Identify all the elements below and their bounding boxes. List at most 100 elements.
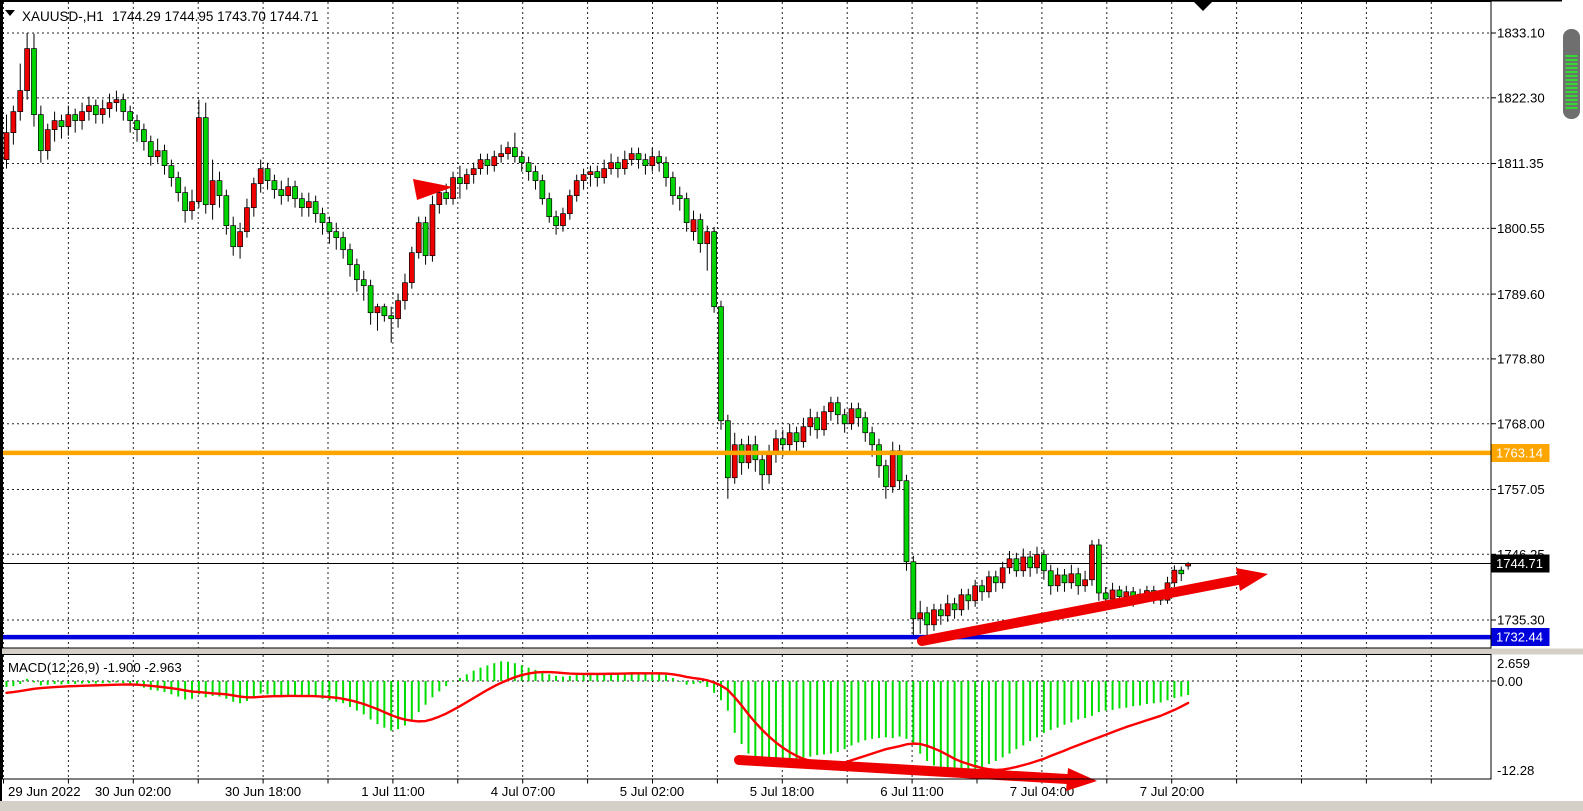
blue-level-badge-text: 1732.44 (1496, 630, 1543, 645)
candle-body (375, 307, 380, 313)
time-axis-label: 6 Jul 11:00 (880, 784, 944, 799)
candle-body (794, 433, 799, 442)
candle-body (189, 202, 194, 211)
candle-body (629, 154, 634, 160)
macd-indicator-label: MACD(12,26,9) -1.900 -2.963 (8, 660, 182, 675)
candle-body (849, 409, 854, 424)
candle-body (732, 445, 737, 478)
candle-body (588, 172, 593, 175)
candle-body (609, 163, 614, 169)
candle-body (1014, 559, 1019, 571)
candle-body (444, 193, 449, 199)
candle-body (1103, 593, 1108, 599)
candle-body (506, 148, 511, 154)
candle-body (334, 232, 339, 238)
candle-body (636, 154, 641, 160)
time-axis-label: 5 Jul 18:00 (750, 784, 815, 799)
candle-body (279, 190, 284, 196)
candle-body (293, 187, 298, 199)
candle-body (499, 154, 504, 157)
price-axis-label: 1789.60 (1497, 287, 1545, 302)
candle-body (615, 163, 620, 169)
candle-body (1076, 574, 1081, 586)
candle-body (368, 286, 373, 313)
macd-scale-zero-label: 0.00 (1497, 674, 1523, 689)
candle-body (684, 199, 689, 223)
panel-separator[interactable] (2, 649, 1583, 655)
candle-body (863, 418, 868, 433)
candle-body (244, 208, 249, 232)
candle-body (100, 109, 105, 115)
candle-body (430, 205, 435, 256)
time-axis-label: 29 Jun 2022 (8, 784, 81, 799)
candle-body (327, 223, 332, 232)
window-bottom-strip (0, 801, 1583, 811)
candle-body (457, 178, 462, 184)
time-axis-label: 30 Jun 18:00 (225, 784, 301, 799)
candle-body (11, 112, 16, 133)
candle-body (121, 100, 126, 112)
candle-body (1096, 545, 1101, 593)
candle-body (650, 157, 655, 166)
candle-body (883, 466, 888, 487)
price-axis-label: 1768.00 (1497, 416, 1545, 431)
current-price-badge-text: 1744.71 (1496, 556, 1543, 571)
candle-body (141, 130, 146, 142)
candle-body (533, 172, 538, 181)
candle-body (66, 115, 71, 127)
candle-body (1055, 575, 1060, 586)
candle-body (966, 595, 971, 601)
candle-body (348, 250, 353, 265)
candle-body (402, 283, 407, 301)
candle-body (485, 160, 490, 166)
candle-body (554, 217, 559, 226)
candle-body (45, 130, 50, 151)
orange-level-badge-text: 1763.14 (1496, 446, 1543, 461)
candle-body (93, 106, 98, 115)
window-top-border (0, 0, 1562, 2)
price-axis-label: 1833.10 (1497, 26, 1545, 41)
scrollbar-thumb[interactable] (1563, 29, 1580, 119)
candle-body (952, 604, 957, 610)
candle-body (540, 181, 545, 199)
candle-body (828, 403, 833, 412)
candle-body (1124, 592, 1129, 597)
candle-body (25, 49, 30, 91)
candle-body (938, 610, 943, 616)
candle-body (822, 412, 827, 430)
candle-body (217, 181, 222, 196)
price-axis-label: 1735.30 (1497, 613, 1545, 628)
candle-body (526, 163, 531, 172)
candle-body (925, 613, 930, 625)
candle-body (1110, 590, 1115, 599)
price-axis-label: 1757.05 (1497, 482, 1545, 497)
candle-body (389, 316, 394, 319)
chart-title-symbol: XAUUSD-,H1 (22, 9, 104, 24)
candle-body (299, 199, 304, 208)
candle-body (162, 151, 167, 166)
main-chart-panel[interactable] (3, 2, 1491, 648)
candle-body (382, 307, 387, 316)
candle-body (1083, 580, 1088, 586)
candle-body (451, 178, 456, 199)
candle-body (1117, 590, 1122, 597)
candle-body (519, 157, 524, 163)
candle-body (251, 184, 256, 208)
candle-body (945, 604, 950, 616)
candle-body (670, 178, 675, 196)
candle-body (128, 112, 133, 121)
candle-body (423, 223, 428, 256)
candle-body (595, 172, 600, 178)
candle-body (306, 202, 311, 208)
candle-body (135, 121, 140, 130)
candle-body (835, 403, 840, 415)
macd-scale-max-label: 2.659 (1497, 656, 1530, 671)
candle-body (1035, 555, 1040, 568)
candle-body (59, 121, 64, 127)
candle-body (980, 586, 985, 592)
candle-body (787, 433, 792, 445)
blue-level-badge: 1732.44 (1492, 628, 1550, 646)
candle-body (148, 142, 153, 157)
candle-body (361, 280, 366, 286)
orange-level-badge: 1763.14 (1492, 444, 1550, 462)
